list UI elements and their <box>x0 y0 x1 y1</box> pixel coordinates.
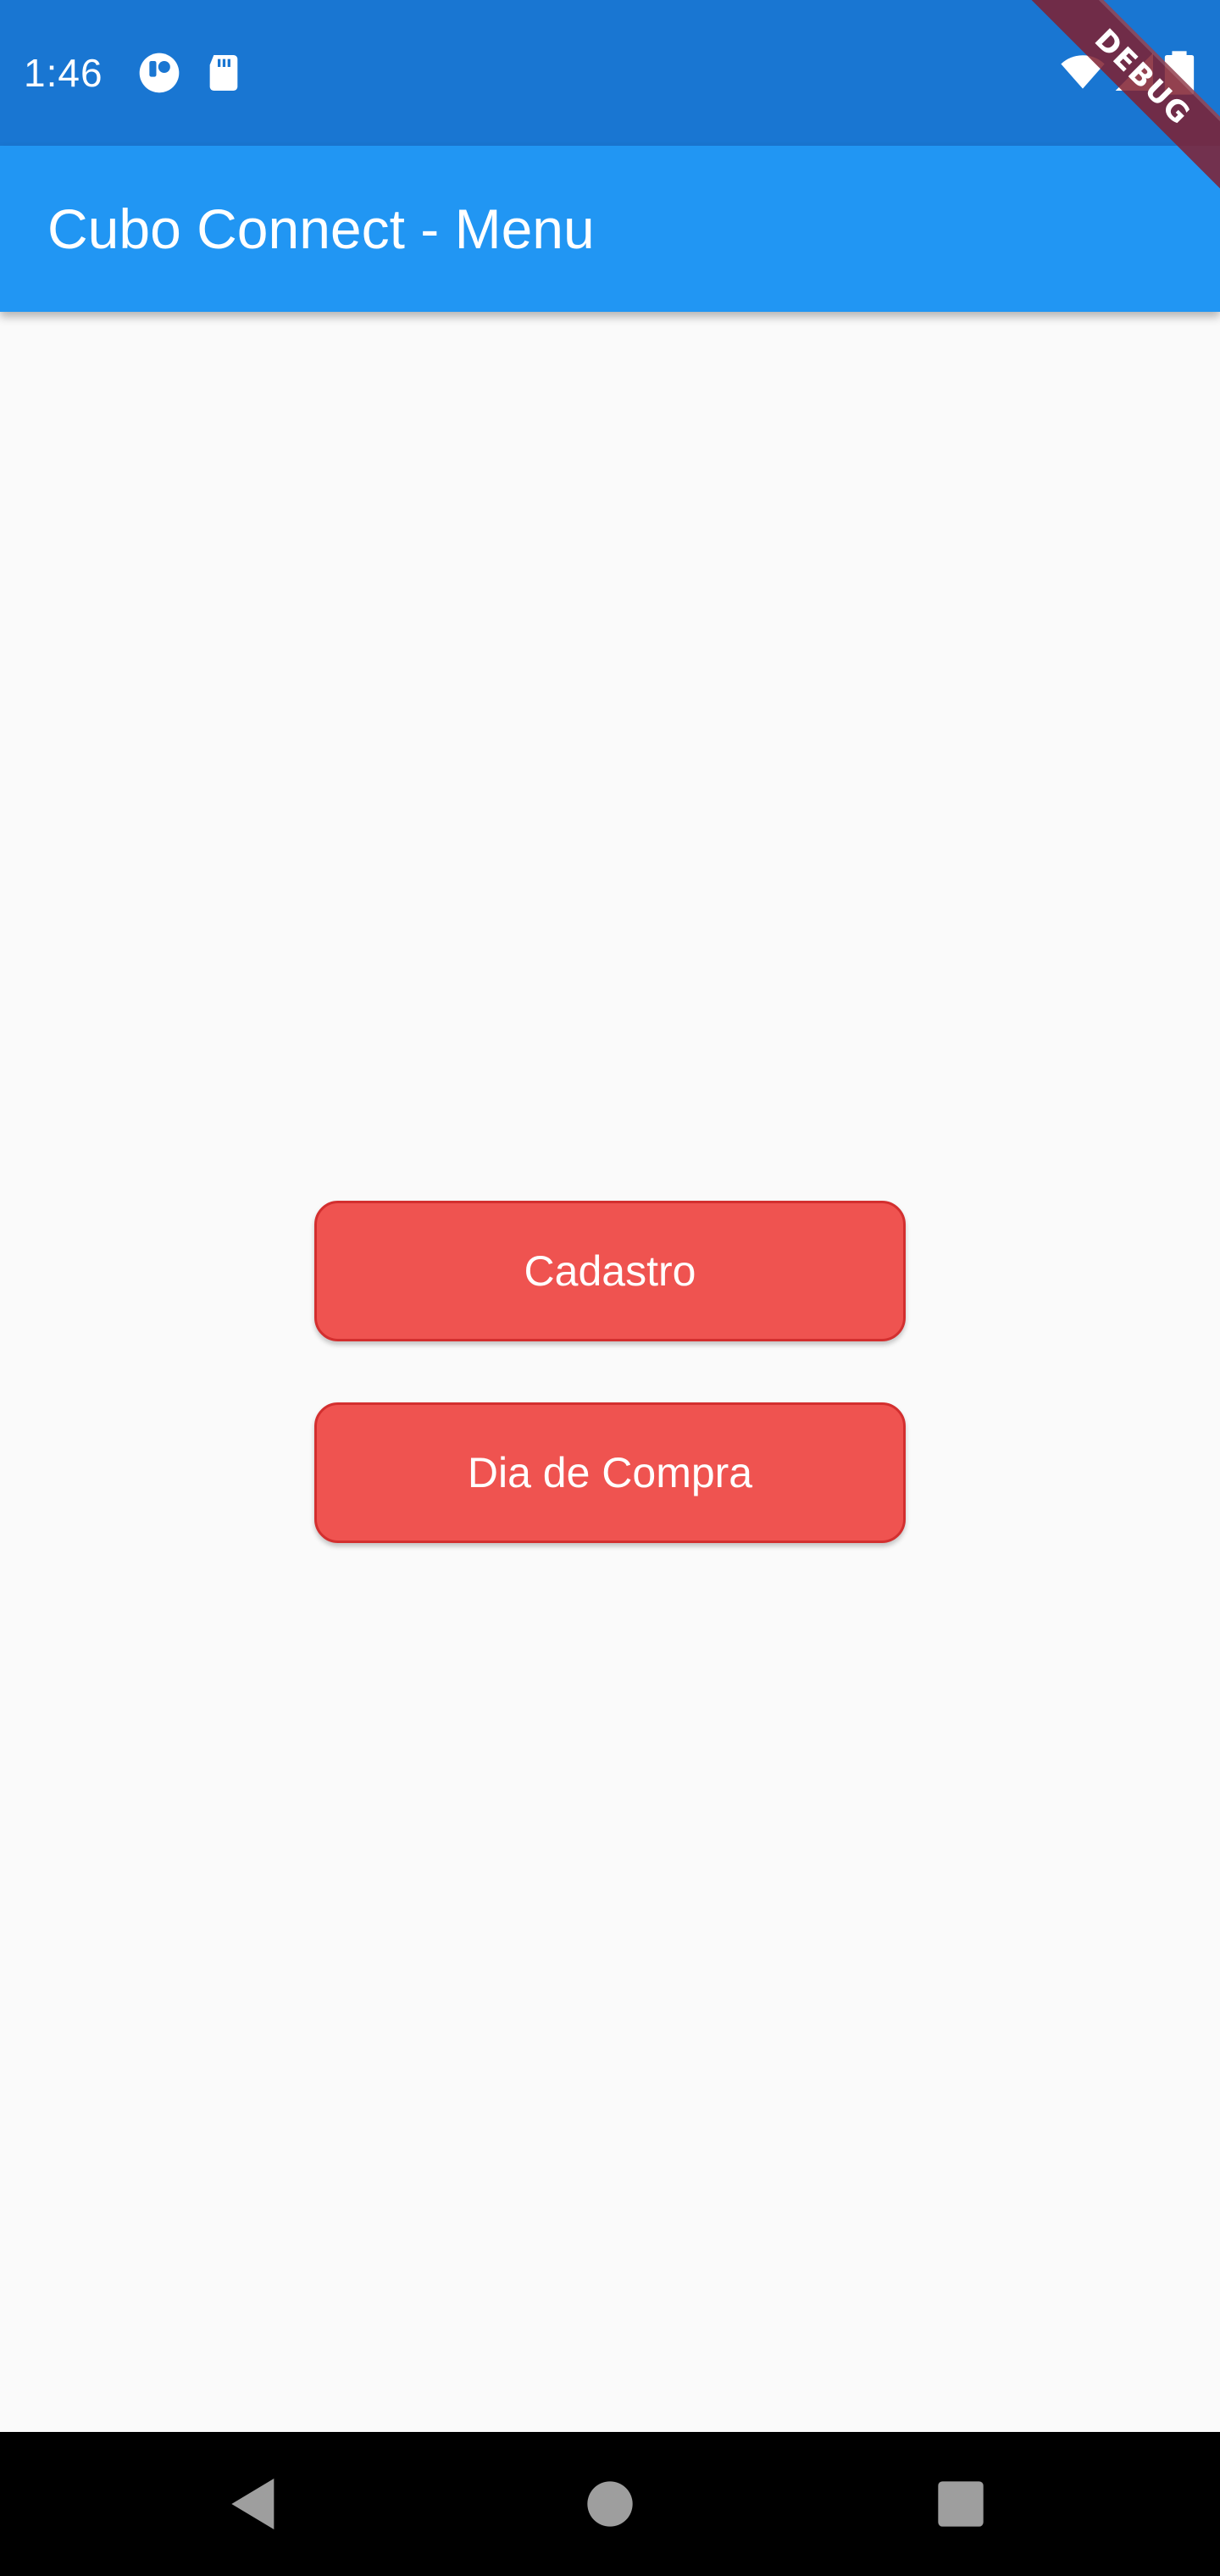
status-time: 1:46 <box>24 51 103 95</box>
cell-signal-icon <box>1112 49 1159 97</box>
status-bar: 1:46 <box>0 0 1220 146</box>
battery-icon <box>1162 49 1196 97</box>
app-bar: Cubo Connect - Menu <box>0 146 1220 312</box>
app-screen: 1:46 DEBUG Cubo Connect - Menu Cadastro … <box>0 0 1220 2576</box>
page-title: Cubo Connect - Menu <box>47 197 595 260</box>
navigation-bar <box>0 2432 1220 2576</box>
dia-de-compra-button[interactable]: Dia de Compra <box>314 1402 906 1543</box>
back-icon[interactable] <box>220 2470 288 2538</box>
wifi-icon <box>1059 49 1106 97</box>
recents-icon[interactable] <box>927 2470 995 2538</box>
home-icon[interactable] <box>576 2470 644 2538</box>
cadastro-button[interactable]: Cadastro <box>314 1201 906 1341</box>
app-notification-icon <box>136 49 183 97</box>
sd-card-icon <box>200 49 247 97</box>
